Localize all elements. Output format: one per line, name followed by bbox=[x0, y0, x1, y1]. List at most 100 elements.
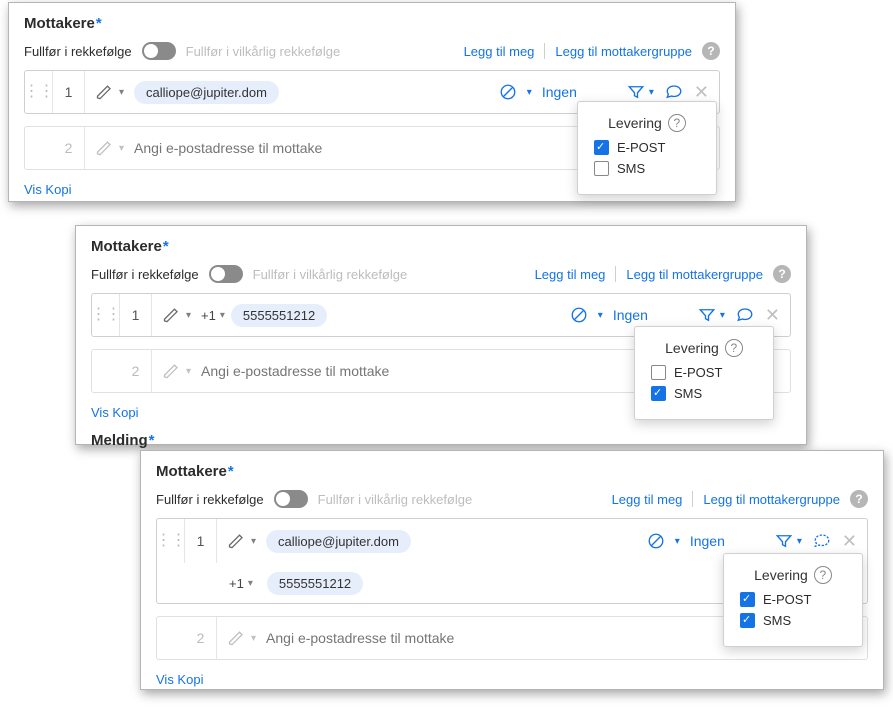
delivery-dropdown[interactable]: ▾ bbox=[775, 532, 802, 550]
recipients-heading: Mottakere* bbox=[156, 463, 868, 480]
country-code-selector[interactable]: +1 ▾ bbox=[229, 576, 253, 591]
help-icon[interactable]: ? bbox=[773, 265, 791, 283]
help-icon[interactable]: ? bbox=[850, 490, 868, 508]
complete-in-order-label: Fullfør i rekkefølge bbox=[91, 267, 199, 282]
add-me-link[interactable]: Legg til meg bbox=[464, 44, 535, 59]
ban-icon bbox=[499, 83, 517, 101]
add-recipient-group-link[interactable]: Legg til mottakergruppe bbox=[703, 492, 840, 507]
sms-label: SMS bbox=[617, 161, 645, 176]
ban-icon bbox=[570, 306, 588, 324]
pen-icon bbox=[95, 82, 115, 102]
speech-bubble-icon[interactable] bbox=[735, 306, 755, 324]
chevron-down-icon: ▾ bbox=[248, 578, 253, 589]
drag-handle-icon[interactable]: ⋮⋮ bbox=[25, 71, 53, 113]
link-divider bbox=[692, 491, 693, 507]
recipient-email-chip[interactable]: calliope@jupiter.dom bbox=[266, 530, 411, 553]
row-number: 2 bbox=[185, 617, 217, 659]
delivery-popover: Levering ? E-POST SMS bbox=[723, 553, 863, 647]
drag-handle-icon[interactable]: ⋮⋮ bbox=[92, 294, 120, 336]
delivery-popover: Levering ? E-POST SMS bbox=[577, 101, 717, 195]
role-selector[interactable]: ▾ bbox=[152, 361, 201, 381]
drag-handle-icon[interactable]: ⋮⋮ bbox=[157, 519, 185, 563]
delivery-popover-title: Levering bbox=[608, 115, 662, 131]
add-recipient-group-link[interactable]: Legg til mottakergruppe bbox=[555, 44, 692, 59]
chevron-down-icon: ▾ bbox=[649, 87, 654, 98]
help-icon[interactable]: ? bbox=[814, 566, 832, 584]
role-selector[interactable]: ▾ bbox=[217, 531, 266, 551]
message-heading: Melding* bbox=[91, 432, 791, 449]
role-selector[interactable]: ▾ bbox=[85, 82, 134, 102]
add-recipient-group-link[interactable]: Legg til mottakergruppe bbox=[626, 267, 763, 282]
chevron-down-icon[interactable]: ▾ bbox=[675, 536, 680, 547]
add-me-link[interactable]: Legg til meg bbox=[612, 492, 683, 507]
row-number: 1 bbox=[185, 519, 217, 563]
chevron-down-icon: ▾ bbox=[220, 310, 225, 321]
recipient-phone-chip[interactable]: 5555551212 bbox=[267, 572, 363, 595]
epost-label: E-POST bbox=[763, 592, 811, 607]
chevron-down-icon: ▾ bbox=[797, 536, 802, 547]
role-selector[interactable]: ▾ bbox=[152, 305, 201, 325]
role-selector[interactable]: ▾ bbox=[217, 628, 266, 648]
remove-row-icon[interactable]: ✕ bbox=[842, 532, 857, 550]
country-code-selector[interactable]: +1 ▾ bbox=[201, 308, 225, 323]
complete-in-order-label: Fullfør i rekkefølge bbox=[156, 492, 264, 507]
remove-row-icon[interactable]: ✕ bbox=[765, 306, 780, 324]
sms-checkbox[interactable] bbox=[740, 613, 755, 628]
pen-icon bbox=[227, 628, 247, 648]
link-divider bbox=[544, 43, 545, 59]
remove-row-icon[interactable]: ✕ bbox=[694, 83, 709, 101]
pen-icon bbox=[162, 305, 182, 325]
row-number: 1 bbox=[120, 294, 152, 336]
recipient-chip[interactable]: 5555551212 bbox=[231, 304, 327, 327]
show-copy-link[interactable]: Vis Kopi bbox=[156, 672, 868, 687]
order-toggle[interactable] bbox=[274, 490, 308, 508]
complete-in-order-label: Fullfør i rekkefølge bbox=[24, 44, 132, 59]
order-toggle[interactable] bbox=[142, 42, 176, 60]
delivery-dropdown[interactable]: ▾ bbox=[698, 306, 725, 324]
row-number: 2 bbox=[120, 350, 152, 392]
chevron-down-icon: ▾ bbox=[251, 633, 256, 644]
role-selector[interactable]: ▾ bbox=[85, 138, 134, 158]
delivery-popover-title: Levering bbox=[754, 567, 808, 583]
complete-any-order-label: Fullfør i vilkårlig rekkefølge bbox=[186, 44, 341, 59]
row-number: 2 bbox=[53, 127, 85, 169]
authentication-label[interactable]: Ingen bbox=[613, 307, 648, 323]
funnel-icon bbox=[698, 306, 716, 324]
authentication-label[interactable]: Ingen bbox=[542, 84, 577, 100]
speech-bubble-icon[interactable] bbox=[812, 532, 832, 550]
chevron-down-icon[interactable]: ▾ bbox=[598, 310, 603, 321]
help-icon[interactable]: ? bbox=[702, 42, 720, 60]
epost-checkbox[interactable] bbox=[740, 592, 755, 607]
help-icon[interactable]: ? bbox=[668, 114, 686, 132]
ban-icon bbox=[647, 532, 665, 550]
funnel-icon bbox=[775, 532, 793, 550]
add-me-link[interactable]: Legg til meg bbox=[535, 267, 606, 282]
funnel-icon bbox=[627, 83, 645, 101]
authentication-label[interactable]: Ingen bbox=[690, 533, 725, 549]
link-divider bbox=[615, 266, 616, 282]
sms-label: SMS bbox=[674, 386, 702, 401]
chevron-down-icon: ▾ bbox=[186, 366, 191, 377]
chevron-down-icon: ▾ bbox=[251, 536, 256, 547]
delivery-dropdown[interactable]: ▾ bbox=[627, 83, 654, 101]
pen-icon bbox=[162, 361, 182, 381]
chevron-down-icon: ▾ bbox=[186, 310, 191, 321]
pen-icon bbox=[95, 138, 115, 158]
sms-label: SMS bbox=[763, 613, 791, 628]
chevron-down-icon: ▾ bbox=[720, 310, 725, 321]
drag-handle-placeholder bbox=[92, 350, 120, 392]
speech-bubble-icon[interactable] bbox=[664, 83, 684, 101]
epost-checkbox[interactable] bbox=[594, 140, 609, 155]
delivery-popover: Levering ? E-POST SMS bbox=[634, 326, 774, 420]
epost-checkbox[interactable] bbox=[651, 365, 666, 380]
drag-handle-placeholder bbox=[25, 127, 53, 169]
chevron-down-icon: ▾ bbox=[119, 87, 124, 98]
recipient-chip[interactable]: calliope@jupiter.dom bbox=[134, 81, 279, 104]
sms-checkbox[interactable] bbox=[594, 161, 609, 176]
complete-any-order-label: Fullfør i vilkårlig rekkefølge bbox=[318, 492, 473, 507]
sms-checkbox[interactable] bbox=[651, 386, 666, 401]
chevron-down-icon[interactable]: ▾ bbox=[527, 87, 532, 98]
order-toggle[interactable] bbox=[209, 265, 243, 283]
help-icon[interactable]: ? bbox=[725, 339, 743, 357]
complete-any-order-label: Fullfør i vilkårlig rekkefølge bbox=[253, 267, 408, 282]
